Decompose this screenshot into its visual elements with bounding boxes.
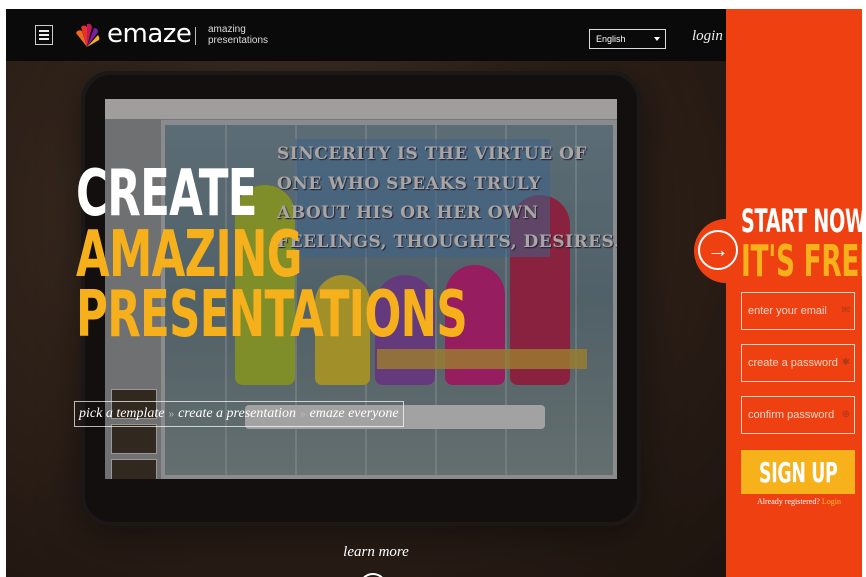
password-field[interactable]: create a password ✱ xyxy=(741,344,855,382)
logo-tagline-line2: presentations xyxy=(208,35,269,46)
confirm-placeholder: confirm password xyxy=(748,409,835,421)
chevron-down-icon xyxy=(654,37,660,41)
top-navbar: emaze amazing presentations English logi… xyxy=(6,9,726,61)
step-separator-icon: » xyxy=(300,408,306,420)
hero-section: SINCERITY IS THE VIRTUE OF ONE WHO SPEAK… xyxy=(6,61,726,577)
language-value: English xyxy=(596,34,626,44)
email-placeholder: enter your email xyxy=(748,305,827,317)
logo-divider xyxy=(195,27,196,45)
language-select[interactable]: English xyxy=(589,29,666,49)
already-registered: Already registered? Login xyxy=(741,497,857,506)
already-registered-text: Already registered? xyxy=(757,497,820,506)
page: SINCERITY IS THE VIRTUE OF ONE WHO SPEAK… xyxy=(6,9,862,577)
headline-presentations: PRESENTATIONS xyxy=(76,278,468,352)
asterisk-icon: ✱ xyxy=(841,357,850,368)
login-link[interactable]: login xyxy=(692,28,723,45)
headline-create: CREATE xyxy=(76,157,257,231)
signup-button[interactable]: SIGN UP xyxy=(741,450,855,494)
its-free-heading: IT'S FREE xyxy=(741,236,862,287)
learn-more-link[interactable]: learn more xyxy=(336,544,416,561)
steps-tagline: pick a template » create a presentation … xyxy=(74,401,404,427)
confirm-password-field[interactable]: confirm password ⊕ xyxy=(741,396,855,434)
login-link-panel[interactable]: Login xyxy=(822,497,841,506)
start-now-heading: START NOW! xyxy=(741,202,862,240)
signup-button-label: SIGN UP xyxy=(758,455,838,489)
email-field[interactable]: enter your email ✉ xyxy=(741,292,855,330)
arrow-right-icon[interactable]: → xyxy=(698,230,738,270)
step-2: create a presentation xyxy=(178,406,297,421)
envelope-icon: ✉ xyxy=(841,305,850,316)
step-1: pick a template xyxy=(79,406,165,421)
password-placeholder: create a password xyxy=(748,357,838,369)
step-3: emaze everyone xyxy=(309,406,399,421)
logo-tagline: amazing presentations xyxy=(208,24,268,46)
step-separator-icon: » xyxy=(168,408,175,420)
logo-text[interactable]: emaze xyxy=(107,19,192,49)
emaze-logo-icon[interactable] xyxy=(72,21,102,49)
lock-icon: ⊕ xyxy=(841,409,850,420)
menu-icon[interactable] xyxy=(35,25,53,45)
logo-tagline-line1: amazing xyxy=(208,24,246,35)
